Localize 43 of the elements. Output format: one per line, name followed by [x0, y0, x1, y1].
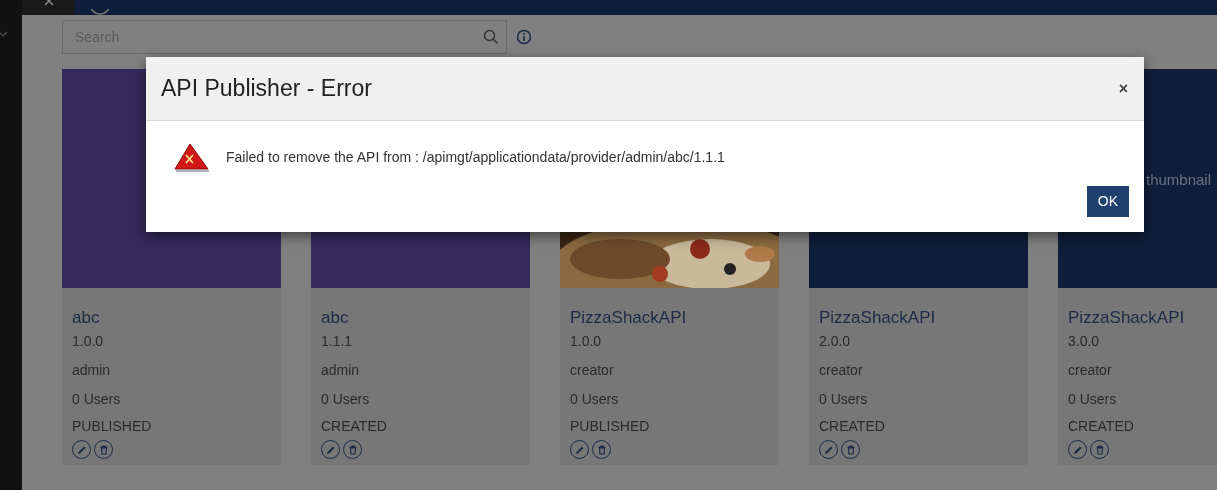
trash-icon [98, 444, 109, 455]
api-users: 0 Users [1068, 390, 1118, 409]
api-version: 2.0.0 [819, 332, 852, 351]
thumbnail-text: thumbnail [1146, 170, 1212, 190]
api-name: PizzaShackAPI [819, 307, 937, 329]
api-version: 1.1.1 [321, 332, 354, 351]
api-name: PizzaShackAPI [1068, 307, 1186, 329]
api-name: abc [321, 307, 350, 329]
api-users: 0 Users [72, 390, 122, 409]
api-name: PizzaShackAPI [570, 307, 688, 329]
pencil-icon [76, 444, 87, 455]
trash-icon [1094, 444, 1105, 455]
close-button[interactable]: × [1118, 80, 1128, 97]
search-icon[interactable] [483, 29, 499, 45]
close-tab[interactable] [22, 0, 75, 15]
pencil-icon [325, 444, 336, 455]
api-status: PUBLISHED [570, 417, 651, 436]
api-status: CREATED [819, 417, 886, 436]
api-status: CREATED [1068, 417, 1135, 436]
api-owner: admin [72, 361, 112, 380]
api-owner: creator [1068, 361, 1113, 380]
api-users: 0 Users [570, 390, 620, 409]
api-version: 1.0.0 [72, 332, 105, 351]
api-users: 0 Users [819, 390, 869, 409]
api-version: 3.0.0 [1068, 332, 1101, 351]
trash-icon [845, 444, 856, 455]
api-owner: admin [321, 361, 361, 380]
api-users: 0 Users [321, 390, 371, 409]
chevron-icon[interactable] [0, 30, 8, 38]
api-owner: creator [570, 361, 615, 380]
trash-icon [596, 444, 607, 455]
ok-button[interactable]: OK [1086, 186, 1129, 217]
info-icon[interactable] [516, 29, 532, 45]
api-owner: creator [819, 361, 864, 380]
trash-icon [347, 444, 358, 455]
api-version: 1.0.0 [570, 332, 603, 351]
api-status: PUBLISHED [72, 417, 153, 436]
pencil-icon [1072, 444, 1083, 455]
error-icon [172, 141, 212, 173]
api-status: CREATED [321, 417, 388, 436]
api-name: abc [72, 307, 101, 329]
pencil-icon [823, 444, 834, 455]
pencil-icon [574, 444, 585, 455]
